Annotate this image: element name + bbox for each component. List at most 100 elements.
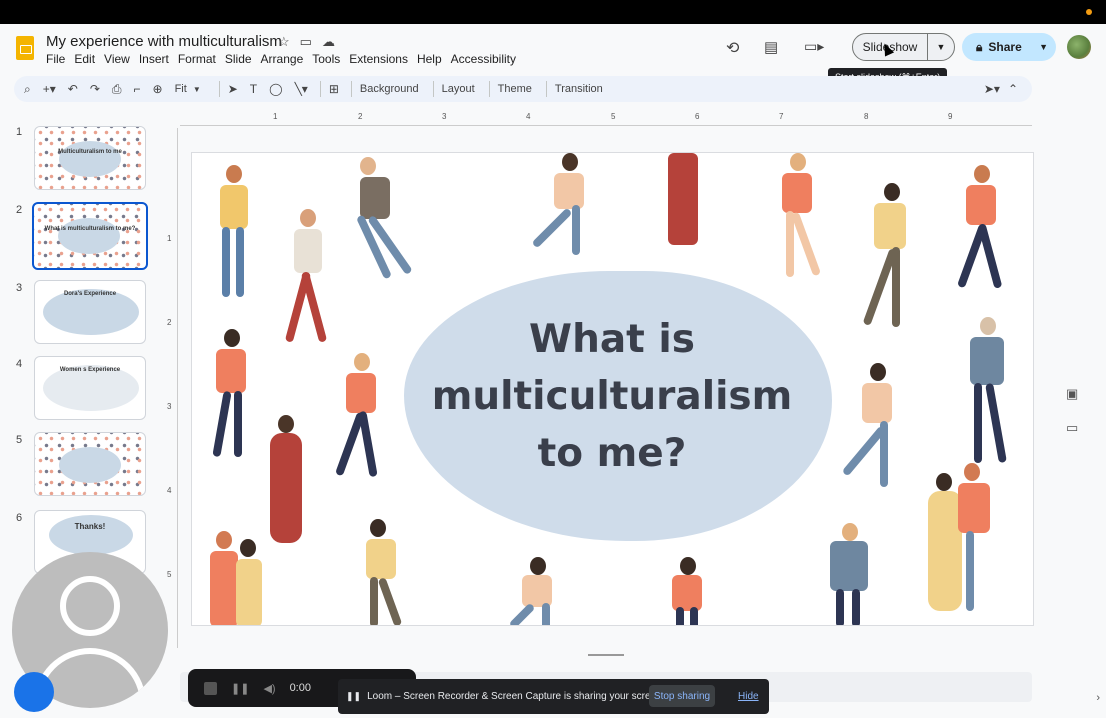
avatar-head-icon bbox=[60, 576, 120, 636]
menu-extensions[interactable]: Extensions bbox=[349, 52, 413, 66]
move-folder-icon[interactable]: ▭ bbox=[300, 34, 312, 50]
line-icon[interactable]: ╲▾ bbox=[295, 82, 308, 96]
divider bbox=[319, 81, 321, 97]
zoom-icon[interactable]: ⊕ bbox=[153, 82, 163, 96]
person-illustration bbox=[530, 153, 600, 263]
loom-button-icon[interactable] bbox=[14, 672, 54, 712]
thumb-blob bbox=[49, 515, 133, 555]
undo-icon[interactable]: ↶ bbox=[68, 82, 78, 96]
background-button[interactable]: Background bbox=[360, 83, 419, 95]
menu-format[interactable]: Format bbox=[178, 52, 221, 66]
thumb-blob bbox=[58, 218, 120, 254]
pause-icon[interactable]: ❚❚ bbox=[231, 682, 249, 695]
person-illustration bbox=[202, 531, 272, 625]
menu-arrange[interactable]: Arrange bbox=[261, 52, 309, 66]
current-slide[interactable]: What is multiculturalism to me? bbox=[191, 152, 1034, 626]
person-illustration bbox=[852, 183, 922, 333]
slide-thumbnail-4[interactable]: Women s Experience bbox=[34, 356, 146, 420]
share-dropdown-icon[interactable]: ▼ bbox=[1039, 42, 1048, 52]
version-history-icon[interactable]: ⟲ bbox=[726, 38, 739, 58]
sharing-pause-icon: ❚❚ bbox=[346, 691, 362, 701]
notes-resize-handle[interactable] bbox=[588, 654, 624, 656]
zoom-dropdown-icon[interactable]: ▼ bbox=[193, 85, 201, 94]
comment-add-icon[interactable]: ⊞ bbox=[329, 82, 339, 96]
person-illustration bbox=[952, 317, 1022, 467]
ruler-label: 5 bbox=[611, 112, 616, 121]
stop-record-icon[interactable] bbox=[204, 681, 217, 695]
thumb-title: Thanks! bbox=[74, 522, 106, 531]
collapse-menus-icon[interactable]: ⌃ bbox=[1008, 82, 1018, 96]
slide-thumbnail-3[interactable]: Dora's Experience bbox=[34, 280, 146, 344]
avatar[interactable] bbox=[1067, 35, 1091, 59]
sharing-message: Loom – Screen Recorder & Screen Capture … bbox=[367, 691, 665, 702]
screen-sharing-bar: ❚❚ Loom – Screen Recorder & Screen Captu… bbox=[338, 679, 769, 714]
person-illustration bbox=[208, 165, 258, 305]
zoom-select[interactable]: Fit bbox=[175, 83, 187, 95]
folder-icon[interactable]: ▭ bbox=[1066, 420, 1078, 436]
menu-edit[interactable]: Edit bbox=[74, 52, 100, 66]
transition-button[interactable]: Transition bbox=[555, 83, 603, 95]
expand-side-panel-icon[interactable]: › bbox=[1096, 692, 1100, 704]
paint-format-icon[interactable]: ⌐ bbox=[134, 82, 141, 96]
menu-slide[interactable]: Slide bbox=[225, 52, 257, 66]
menu-view[interactable]: View bbox=[104, 52, 135, 66]
thumb-blob bbox=[59, 141, 121, 177]
theme-button[interactable]: Theme bbox=[498, 83, 532, 95]
divider bbox=[545, 81, 547, 97]
slide-thumbnail-1[interactable]: Multiculturalism to me bbox=[34, 126, 146, 190]
comments-icon[interactable]: ▤ bbox=[764, 38, 778, 56]
menu-accessibility[interactable]: Accessibility bbox=[451, 52, 521, 66]
slides-logo-icon[interactable] bbox=[16, 36, 34, 60]
person-illustration bbox=[810, 523, 890, 625]
title-icons: ☆ ▭ ☁ bbox=[278, 34, 335, 50]
text-box-icon[interactable]: T bbox=[250, 82, 257, 96]
cloud-status-icon[interactable]: ☁ bbox=[322, 34, 335, 50]
person-illustration bbox=[768, 153, 828, 283]
menu-help[interactable]: Help bbox=[417, 52, 447, 66]
slide-number: 2 bbox=[16, 204, 23, 216]
person-illustration bbox=[358, 519, 418, 625]
print-icon[interactable]: ⎙ bbox=[112, 82, 122, 97]
shape-icon[interactable]: ◯ bbox=[269, 82, 282, 96]
mute-icon[interactable]: ◀) bbox=[263, 682, 275, 695]
layout-button[interactable]: Layout bbox=[442, 83, 475, 95]
ruler-label: 4 bbox=[167, 486, 172, 495]
slide-thumbnail-5[interactable] bbox=[34, 432, 146, 496]
redo-icon[interactable]: ↷ bbox=[90, 82, 100, 96]
hide-sharing-bar-link[interactable]: Hide bbox=[738, 691, 759, 702]
ruler-label: 1 bbox=[167, 234, 172, 243]
thumb-title: What is multiculturalism to me? bbox=[44, 226, 136, 232]
keep-icon[interactable]: ▣ bbox=[1066, 386, 1078, 402]
person-illustration bbox=[348, 153, 428, 283]
menu-file[interactable]: File bbox=[46, 52, 70, 66]
ruler-label: 4 bbox=[526, 112, 531, 121]
document-title[interactable]: My experience with multiculturalism bbox=[46, 33, 282, 50]
menu-tools[interactable]: Tools bbox=[312, 52, 345, 66]
ruler-label: 3 bbox=[167, 402, 172, 411]
side-panel: ▣ ▭ bbox=[1066, 386, 1078, 436]
share-button[interactable]: 🔒︎ Share ▼ bbox=[962, 33, 1056, 61]
meet-icon[interactable]: ▭▸ bbox=[804, 38, 824, 55]
search-menus-icon[interactable]: ⌕ bbox=[24, 82, 31, 97]
menu-insert[interactable]: Insert bbox=[139, 52, 174, 66]
ruler-label: 9 bbox=[948, 112, 953, 121]
ruler-label: 2 bbox=[167, 318, 172, 327]
toolbar: ⌕ +▾ ↶ ↷ ⎙ ⌐ ⊕ Fit ▼ ➤ T ◯ ╲▾ ⊞ Backgrou… bbox=[14, 76, 1032, 102]
divider bbox=[350, 81, 352, 97]
person-illustration bbox=[658, 153, 708, 249]
slide-thumbnail-2[interactable]: What is multiculturalism to me? bbox=[32, 202, 148, 270]
select-icon[interactable]: ➤ bbox=[228, 82, 238, 96]
thumb-title: Multiculturalism to me bbox=[58, 149, 122, 155]
star-icon[interactable]: ☆ bbox=[278, 34, 290, 50]
ruler-label: 5 bbox=[167, 570, 172, 579]
new-slide-icon[interactable]: +▾ bbox=[43, 82, 56, 96]
recording-time: 0:00 bbox=[289, 682, 311, 694]
share-label: Share bbox=[988, 40, 1022, 54]
slideshow-dropdown-icon[interactable]: ▼ bbox=[927, 33, 955, 61]
stop-sharing-button[interactable]: Stop sharing bbox=[649, 685, 715, 707]
thumb-blob bbox=[59, 447, 121, 483]
person-illustration bbox=[330, 353, 394, 483]
slide-title[interactable]: What is multiculturalism to me? bbox=[422, 311, 802, 482]
person-illustration bbox=[916, 463, 1006, 623]
pointer-mode-icon[interactable]: ➤▾ bbox=[984, 82, 1000, 96]
